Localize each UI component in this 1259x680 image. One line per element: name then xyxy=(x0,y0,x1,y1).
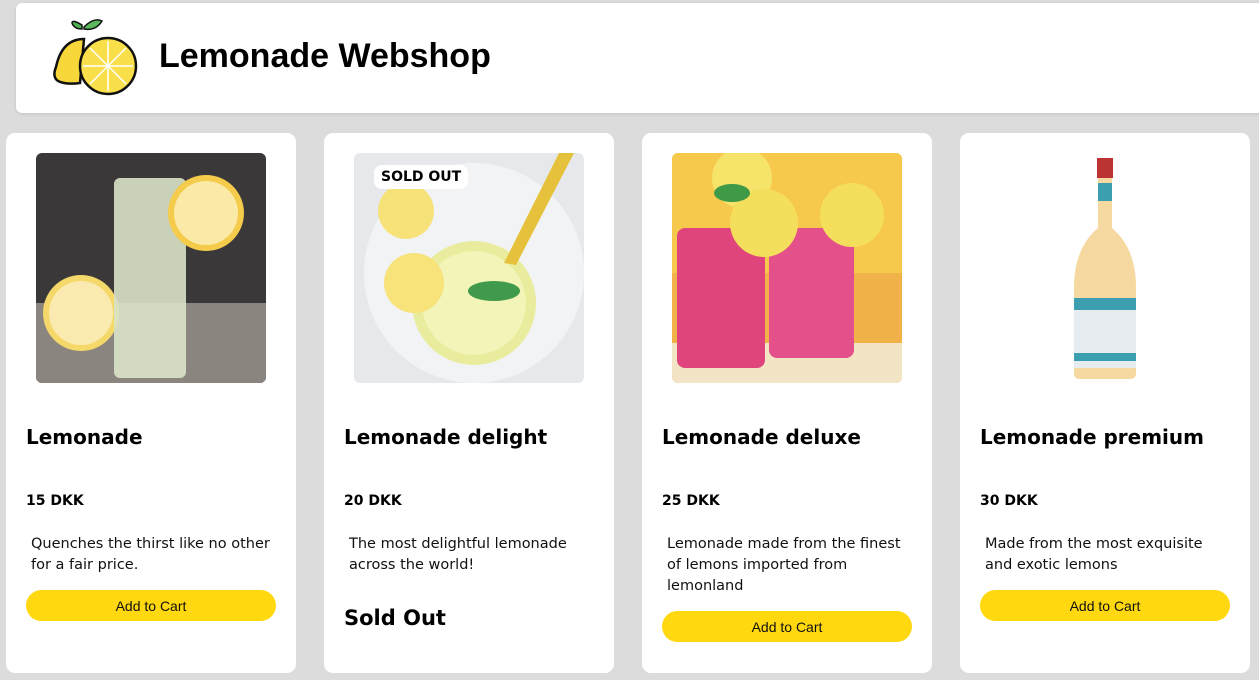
lemon-logo-icon xyxy=(52,19,138,99)
product-card: Lemonade premium 30 DKK Made from the mo… xyxy=(960,133,1250,673)
product-description: Made from the most exquisite and exotic … xyxy=(985,536,1203,573)
product-price: 20 DKK xyxy=(344,493,402,509)
product-description: Lemonade made from the finest of lemons … xyxy=(667,536,901,594)
product-price: 15 DKK xyxy=(26,493,84,509)
product-name: Lemonade delight xyxy=(344,425,548,449)
page-title: Lemonade Webshop xyxy=(159,37,491,75)
product-name: Lemonade deluxe xyxy=(662,425,861,449)
sold-out-status: Sold Out xyxy=(344,606,446,630)
product-card: SOLD OUT Lemonade delight 20 DKK The mos… xyxy=(324,133,614,673)
product-price: 25 DKK xyxy=(662,493,720,509)
product-card: Lemonade deluxe 25 DKK Lemonade made fro… xyxy=(642,133,932,673)
product-image xyxy=(990,153,1220,383)
product-description: The most delightful lemonade across the … xyxy=(349,536,567,573)
product-image xyxy=(672,153,902,383)
product-description: Quenches the thirst like no other for a … xyxy=(31,536,270,573)
site-header: Lemonade Webshop xyxy=(16,3,1259,113)
product-image: SOLD OUT xyxy=(354,153,584,383)
product-image xyxy=(36,153,266,383)
product-price: 30 DKK xyxy=(980,493,1038,509)
add-to-cart-button[interactable]: Add to Cart xyxy=(662,611,912,642)
product-name: Lemonade xyxy=(26,425,143,449)
product-name: Lemonade premium xyxy=(980,425,1204,449)
add-to-cart-button[interactable]: Add to Cart xyxy=(26,590,276,621)
add-to-cart-button[interactable]: Add to Cart xyxy=(980,590,1230,621)
sold-out-badge: SOLD OUT xyxy=(374,165,469,189)
product-card: Lemonade 15 DKK Quenches the thirst like… xyxy=(6,133,296,673)
